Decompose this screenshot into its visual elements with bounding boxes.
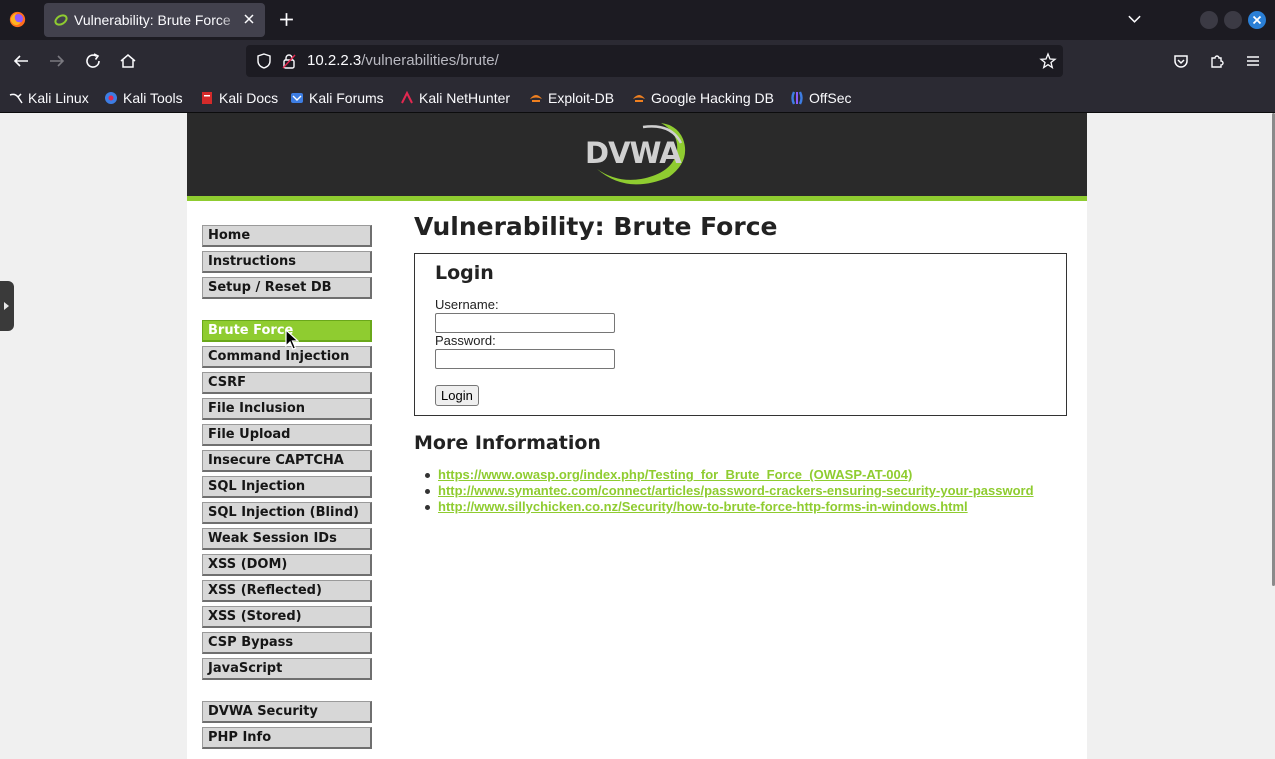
- bookmark-offsec[interactable]: OffSec: [790, 88, 852, 108]
- tab-active[interactable]: Vulnerability: Brute Force: [44, 3, 265, 37]
- menu-item-instructions[interactable]: Instructions: [202, 251, 372, 273]
- more-information-heading: More Information: [414, 432, 601, 454]
- kali-docs-icon: [202, 92, 212, 104]
- bookmark-exploit-db[interactable]: Exploit-DB: [529, 88, 614, 108]
- menu-item-xss-dom[interactable]: XSS (DOM): [202, 554, 372, 576]
- sillychicken-link[interactable]: http://www.sillychicken.co.nz/Security/h…: [438, 499, 968, 514]
- dvwa-header: DVWA: [187, 113, 1087, 196]
- username-label: Username:: [435, 297, 499, 312]
- back-icon[interactable]: [12, 52, 30, 70]
- login-fieldset: Login Username: Password: Login: [414, 253, 1067, 416]
- mouse-cursor-icon: [285, 329, 299, 350]
- page-title: Vulnerability: Brute Force: [414, 212, 778, 241]
- menu-item-insecure-captcha[interactable]: Insecure CAPTCHA: [202, 450, 372, 472]
- bookmark-label: Kali Linux: [28, 90, 89, 106]
- minimize-button[interactable]: [1200, 11, 1218, 29]
- bookmarks-toolbar: Kali Linux Kali Tools Kali Docs Kali For…: [0, 84, 1275, 113]
- menu-item-file-inclusion[interactable]: File Inclusion: [202, 398, 372, 420]
- username-input[interactable]: [435, 313, 615, 333]
- menu-item-sql-injection-blind[interactable]: SQL Injection (Blind): [202, 502, 372, 524]
- bookmark-google-hacking-db[interactable]: Google Hacking DB: [632, 88, 774, 108]
- bookmark-kali-docs[interactable]: Kali Docs: [200, 88, 278, 108]
- kali-dragon-icon: [9, 93, 23, 104]
- url-text[interactable]: 10.2.2.3/vulnerabilities/brute/: [307, 52, 499, 69]
- bookmark-label: OffSec: [809, 90, 852, 106]
- bookmark-label: Google Hacking DB: [651, 90, 774, 106]
- offsec-icon: [791, 91, 803, 105]
- kali-forums-icon: [291, 93, 303, 103]
- dvwa-logo[interactable]: DVWA: [583, 121, 691, 185]
- owasp-link[interactable]: https://www.owasp.org/index.php/Testing_…: [438, 467, 912, 482]
- tab-title: Vulnerability: Brute Force: [74, 12, 231, 28]
- list-item: http://www.sillychicken.co.nz/Security/h…: [425, 499, 1034, 515]
- menu-item-xss-reflected[interactable]: XSS (Reflected): [202, 580, 372, 602]
- url-bar[interactable]: 10.2.2.3/vulnerabilities/brute/: [246, 45, 1063, 77]
- login-button[interactable]: Login: [435, 385, 479, 406]
- bookmark-kali-nethunter[interactable]: Kali NetHunter: [400, 88, 510, 108]
- kali-tools-icon: [105, 92, 117, 104]
- expand-arrow-icon: [4, 302, 9, 310]
- list-item: https://www.owasp.org/index.php/Testing_…: [425, 467, 1034, 483]
- kali-nethunter-icon: [401, 91, 413, 104]
- extensions-icon[interactable]: [1208, 52, 1226, 70]
- menu-item-sql-injection[interactable]: SQL Injection: [202, 476, 372, 498]
- close-window-icon: [1252, 15, 1262, 25]
- bookmark-label: Kali Docs: [219, 90, 279, 106]
- bookmark-star-icon[interactable]: [1039, 52, 1057, 70]
- list-all-tabs-icon[interactable]: [1127, 13, 1142, 25]
- dvwa-favicon-icon: [54, 14, 68, 26]
- sidebar-toggle[interactable]: [0, 281, 14, 331]
- close-tab-icon[interactable]: [241, 11, 257, 27]
- page-viewport: DVWA Home Instructions Setup / Reset DB Bru…: [0, 113, 1275, 759]
- insecure-lock-icon[interactable]: [282, 53, 296, 69]
- dvwa-container: DVWA Home Instructions Setup / Reset DB Bru…: [187, 113, 1087, 759]
- maximize-button[interactable]: [1224, 11, 1242, 29]
- menu-item-setup-reset-db[interactable]: Setup / Reset DB: [202, 277, 372, 299]
- menu-item-file-upload[interactable]: File Upload: [202, 424, 372, 446]
- bookmark-kali-forums[interactable]: Kali Forums: [290, 88, 384, 108]
- new-tab-icon[interactable]: [278, 11, 295, 28]
- menu-item-home[interactable]: Home: [202, 225, 372, 247]
- password-label: Password:: [435, 333, 496, 348]
- app-menu-icon[interactable]: [1244, 52, 1262, 70]
- home-icon[interactable]: [119, 52, 137, 70]
- login-title: Login: [435, 262, 494, 284]
- menu-item-javascript[interactable]: JavaScript: [202, 658, 372, 680]
- bookmark-label: Kali NetHunter: [419, 90, 511, 106]
- list-item: http://www.symantec.com/connect/articles…: [425, 483, 1034, 499]
- menu-item-xss-stored[interactable]: XSS (Stored): [202, 606, 372, 628]
- reload-icon[interactable]: [84, 52, 102, 70]
- symantec-link[interactable]: http://www.symantec.com/connect/articles…: [438, 483, 1034, 498]
- firefox-icon[interactable]: [9, 11, 26, 28]
- url-path: /vulnerabilities/brute/: [361, 52, 499, 69]
- header-accent-line: [187, 196, 1087, 201]
- bookmark-label: Kali Forums: [309, 90, 384, 106]
- exploit-db-icon: [530, 95, 542, 102]
- bookmark-label: Kali Tools: [123, 90, 183, 106]
- menu-item-php-info[interactable]: PHP Info: [202, 727, 372, 749]
- password-input[interactable]: [435, 349, 615, 369]
- bookmark-kali-linux[interactable]: Kali Linux: [9, 88, 89, 108]
- logo-text: DVWA: [585, 136, 682, 170]
- tab-strip: Vulnerability: Brute Force: [0, 0, 1275, 40]
- more-information-list: https://www.owasp.org/index.php/Testing_…: [425, 467, 1034, 515]
- menu-item-dvwa-security[interactable]: DVWA Security: [202, 701, 372, 723]
- url-host: 10.2.2.3: [307, 52, 362, 69]
- tracking-protection-shield-icon[interactable]: [256, 53, 272, 69]
- menu-item-csrf[interactable]: CSRF: [202, 372, 372, 394]
- forward-icon[interactable]: [48, 52, 66, 70]
- menu-item-weak-session-ids[interactable]: Weak Session IDs: [202, 528, 372, 550]
- google-hacking-db-icon: [633, 95, 645, 102]
- close-window-button[interactable]: [1248, 11, 1266, 29]
- bookmark-label: Exploit-DB: [548, 90, 615, 106]
- menu-item-csp-bypass[interactable]: CSP Bypass: [202, 632, 372, 654]
- pocket-icon[interactable]: [1172, 52, 1190, 70]
- bookmark-kali-tools[interactable]: Kali Tools: [104, 88, 183, 108]
